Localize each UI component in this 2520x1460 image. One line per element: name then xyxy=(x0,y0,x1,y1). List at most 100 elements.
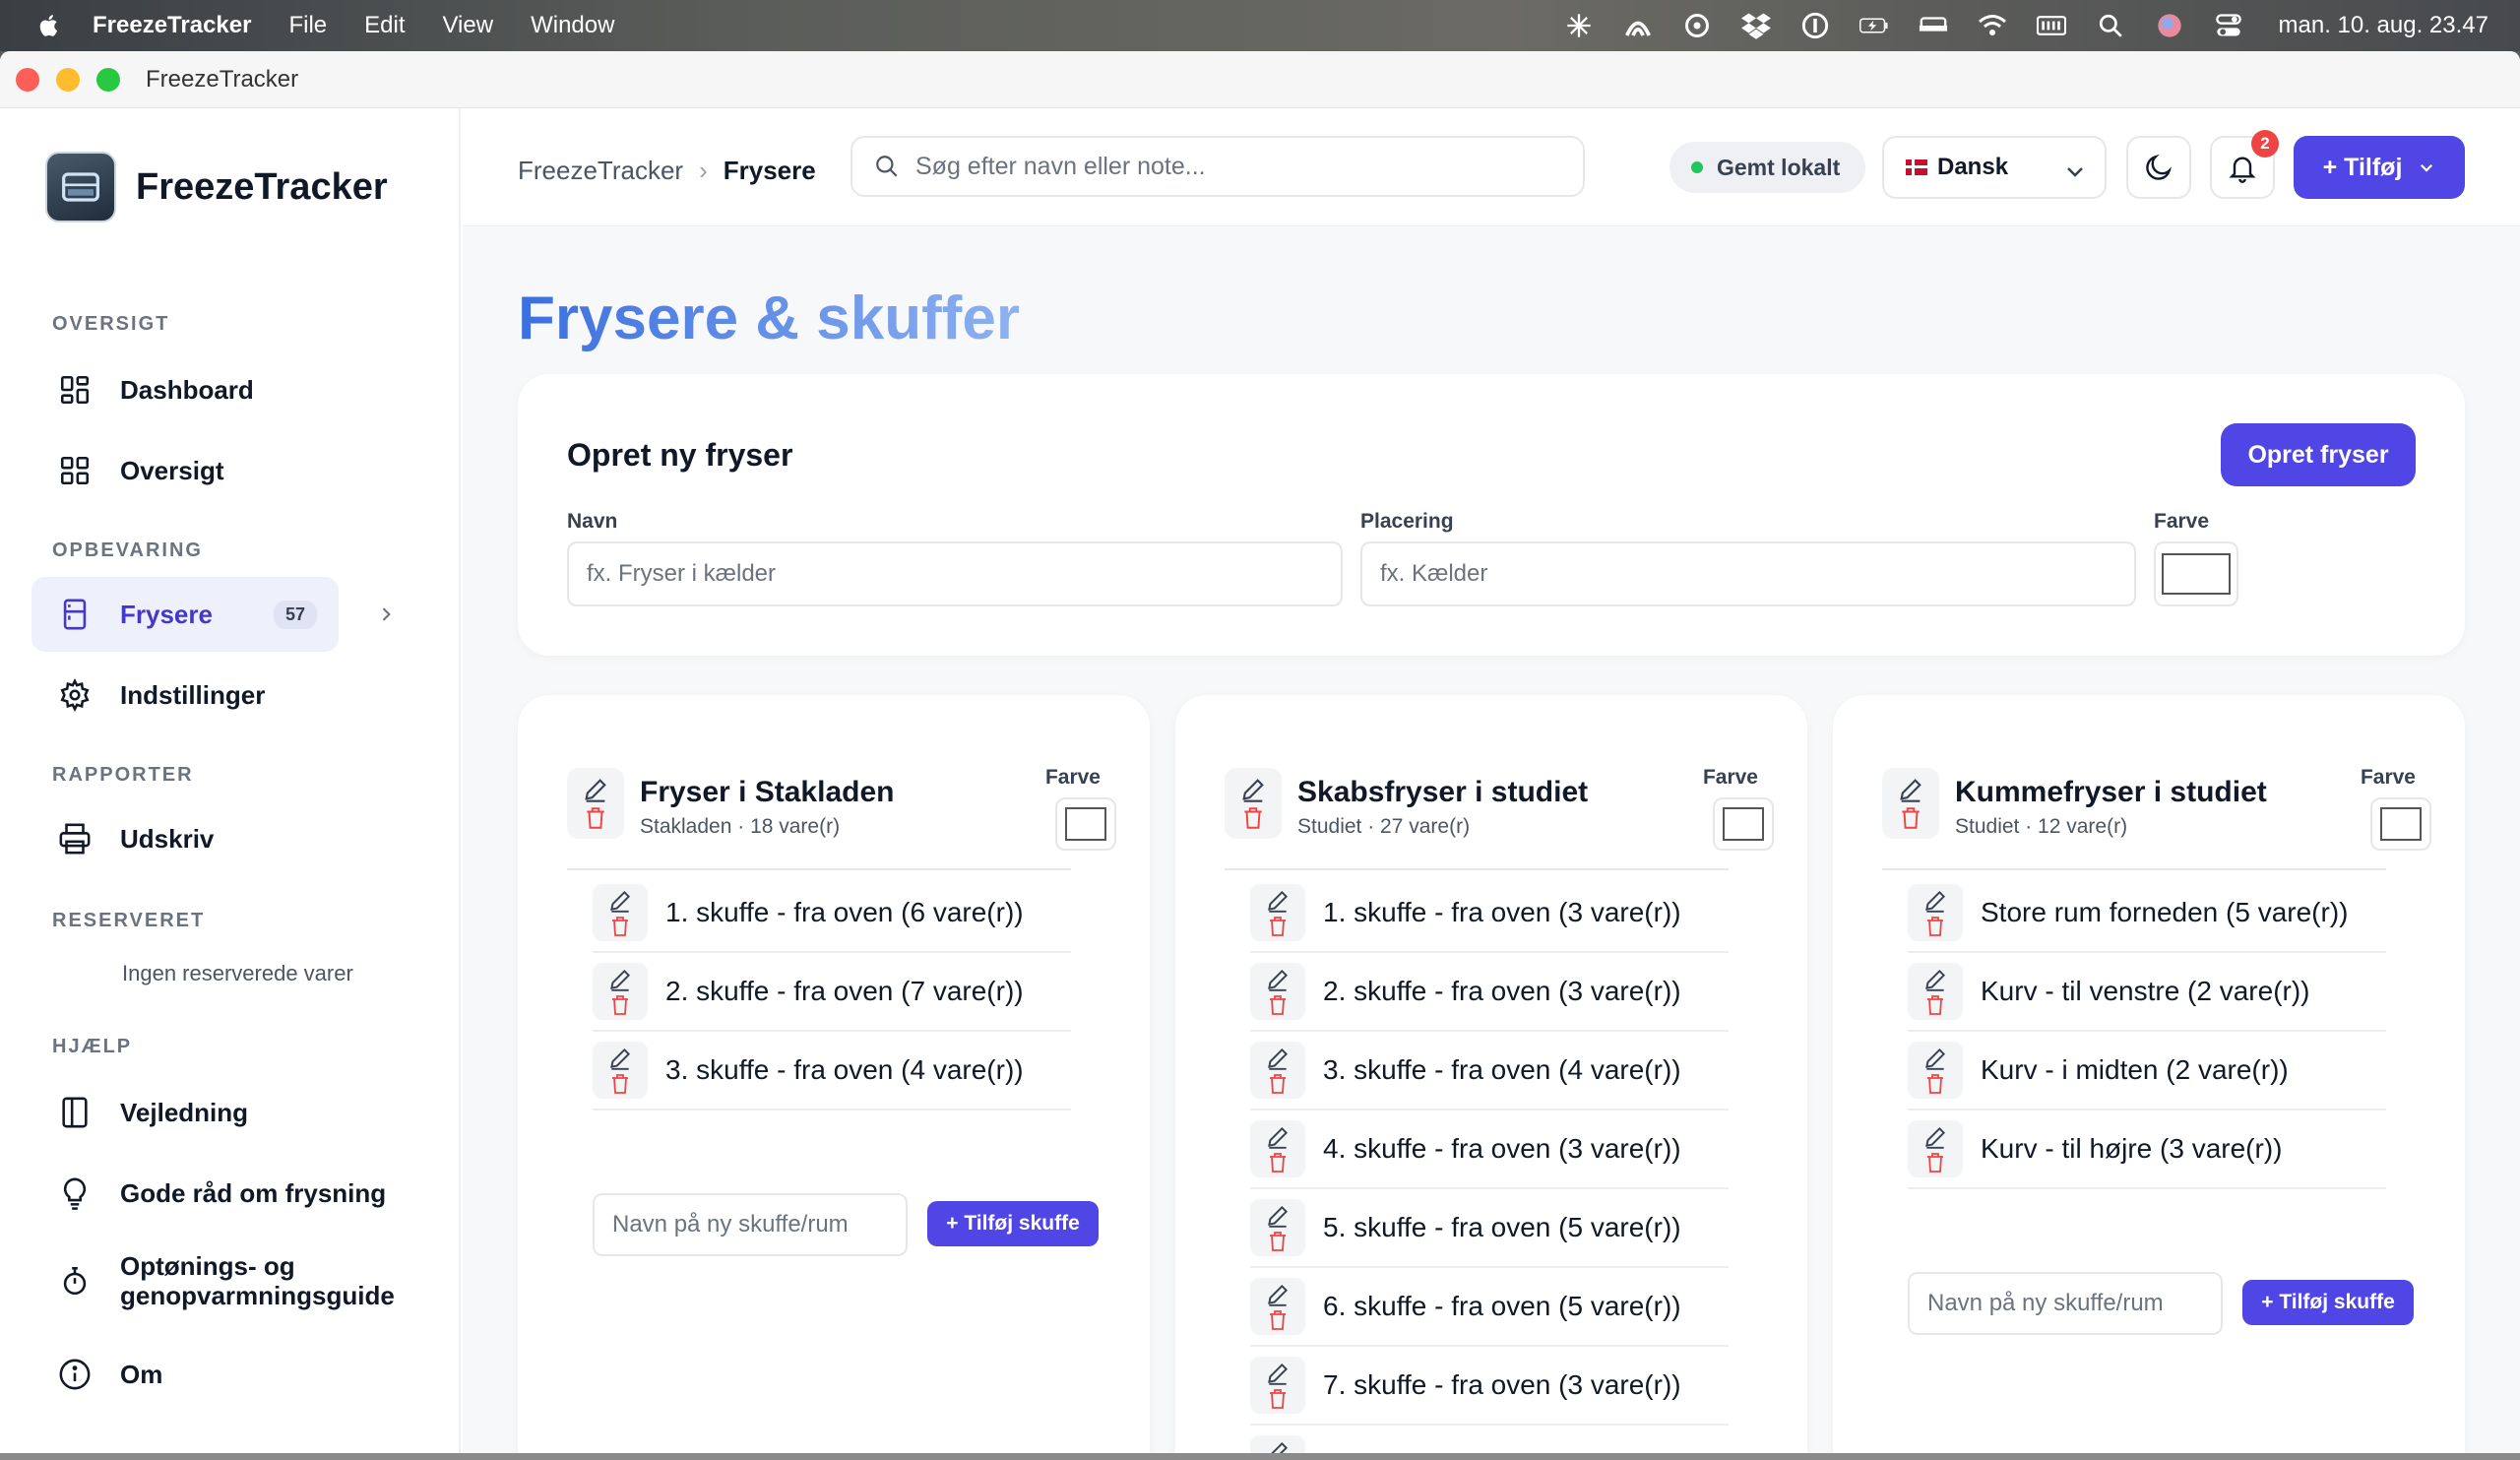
pencil-icon[interactable] xyxy=(1265,1203,1291,1229)
sidebar-item-oversigt[interactable]: Oversigt xyxy=(32,433,224,508)
dropbox-icon[interactable] xyxy=(1740,11,1771,40)
sidebar-item-optoning[interactable]: Optønings- og genopvarmningsguide xyxy=(32,1237,395,1325)
brand[interactable]: FreezeTracker xyxy=(45,152,388,222)
trash-icon[interactable] xyxy=(1266,993,1290,1017)
language-select[interactable]: Dansk xyxy=(1882,136,2107,199)
sidebar-item-gode-raad[interactable]: Gode råd om frysning xyxy=(32,1156,386,1231)
sidebar-item-frysere[interactable]: Frysere 57 xyxy=(32,577,339,652)
menu-window[interactable]: Window xyxy=(531,12,614,39)
spotlight-search-icon[interactable] xyxy=(2096,11,2125,40)
pencil-icon[interactable] xyxy=(1265,1361,1291,1386)
new-drawer-input[interactable] xyxy=(593,1193,908,1256)
trash-icon[interactable] xyxy=(1923,1151,1947,1174)
siri-icon[interactable] xyxy=(2155,11,2184,40)
wifi-icon[interactable] xyxy=(1978,11,2007,40)
trash-icon[interactable] xyxy=(608,915,632,938)
pencil-icon[interactable] xyxy=(1265,1046,1291,1071)
drawer-row[interactable]: Kurv - i midten (2 vare(r)) xyxy=(1908,1032,2386,1111)
chevron-right-icon[interactable] xyxy=(376,604,396,624)
keyboard-icon[interactable] xyxy=(2036,11,2066,40)
menu-file[interactable]: File xyxy=(288,12,327,39)
trash-icon[interactable] xyxy=(1923,1072,1947,1096)
add-drawer-button[interactable]: + Tilføj skuffe xyxy=(2242,1280,2414,1325)
freezer-name-input[interactable] xyxy=(567,541,1343,606)
freezer-color-picker[interactable] xyxy=(2370,797,2431,851)
drawer-row[interactable]: 8. skuffe - fra oven (1 vare) xyxy=(1250,1426,1729,1453)
sidebar-item-om[interactable]: Om xyxy=(32,1337,162,1412)
window-minimize-button[interactable] xyxy=(56,67,80,92)
arc-icon[interactable] xyxy=(1623,11,1653,40)
trash-icon[interactable] xyxy=(608,1072,632,1096)
search-input[interactable] xyxy=(915,152,1545,181)
pencil-icon[interactable] xyxy=(1265,888,1291,914)
pencil-icon[interactable] xyxy=(1265,967,1291,992)
pencil-icon[interactable] xyxy=(607,1046,633,1071)
trash-icon[interactable] xyxy=(1266,915,1290,938)
drawer-row[interactable]: 6. skuffe - fra oven (5 vare(r)) xyxy=(1250,1268,1729,1347)
drawer-row[interactable]: Kurv - til venstre (2 vare(r)) xyxy=(1908,953,2386,1032)
trash-icon[interactable] xyxy=(1923,915,1947,938)
trash-icon[interactable] xyxy=(608,993,632,1017)
breadcrumb-root[interactable]: FreezeTracker xyxy=(518,156,683,186)
freezer-color-picker[interactable] xyxy=(1713,797,1774,851)
pencil-icon[interactable] xyxy=(1922,888,1948,914)
freezer-location-input[interactable] xyxy=(1360,541,2136,606)
new-drawer-input[interactable] xyxy=(1908,1272,2223,1335)
trash-icon[interactable] xyxy=(1240,805,1266,831)
trash-icon[interactable] xyxy=(1266,1072,1290,1096)
aperture-icon[interactable] xyxy=(1682,11,1712,40)
drawer-row[interactable]: 2. skuffe - fra oven (3 vare(r)) xyxy=(1250,953,1729,1032)
pencil-icon[interactable] xyxy=(582,776,609,803)
pencil-icon[interactable] xyxy=(1922,1124,1948,1150)
menu-edit[interactable]: Edit xyxy=(364,12,405,39)
create-freezer-button[interactable]: Opret fryser xyxy=(2221,423,2416,486)
drawer-row[interactable]: 4. skuffe - fra oven (3 vare(r)) xyxy=(1250,1111,1729,1189)
sidebar-item-vejledning[interactable]: Vejledning xyxy=(32,1075,248,1150)
apple-logo-icon[interactable] xyxy=(35,12,63,39)
drawer-row[interactable]: 1. skuffe - fra oven (6 vare(r)) xyxy=(593,874,1071,953)
freezer-color-picker[interactable] xyxy=(2154,541,2238,606)
pencil-icon[interactable] xyxy=(1922,1046,1948,1071)
control-center-icon[interactable] xyxy=(2214,11,2243,40)
sidebar-item-udskriv[interactable]: Udskriv xyxy=(32,801,214,876)
menu-app-name[interactable]: FreezeTracker xyxy=(93,12,251,39)
theme-toggle-button[interactable] xyxy=(2126,136,2191,199)
trash-icon[interactable] xyxy=(1266,1387,1290,1411)
sofa-icon[interactable] xyxy=(1919,11,1948,40)
pencil-icon[interactable] xyxy=(1922,967,1948,992)
onepassword-icon[interactable] xyxy=(1800,11,1830,40)
drawer-row[interactable]: 7. skuffe - fra oven (3 vare(r)) xyxy=(1250,1347,1729,1426)
sidebar-item-indstillinger[interactable]: Indstillinger xyxy=(32,658,265,732)
drawer-row[interactable]: 3. skuffe - fra oven (4 vare(r)) xyxy=(1250,1032,1729,1111)
trash-icon[interactable] xyxy=(1266,1308,1290,1332)
drawer-row[interactable]: 2. skuffe - fra oven (7 vare(r)) xyxy=(593,953,1071,1032)
drawer-row[interactable]: Kurv - til højre (3 vare(r)) xyxy=(1908,1111,2386,1189)
pencil-icon[interactable] xyxy=(1265,1439,1291,1454)
menu-view[interactable]: View xyxy=(442,12,493,39)
menu-clock[interactable]: man. 10. aug. 23.47 xyxy=(2279,12,2489,39)
trash-icon[interactable] xyxy=(1898,805,1923,831)
notifications-button[interactable]: 2 xyxy=(2210,130,2279,199)
battery-icon[interactable] xyxy=(1858,11,1889,40)
drawer-row[interactable]: 5. skuffe - fra oven (5 vare(r)) xyxy=(1250,1189,1729,1268)
pencil-icon[interactable] xyxy=(1265,1282,1291,1307)
window-zoom-button[interactable] xyxy=(96,67,120,92)
freezer-color-picker[interactable] xyxy=(1055,797,1116,851)
pencil-icon[interactable] xyxy=(607,967,633,992)
pencil-icon[interactable] xyxy=(1239,776,1267,803)
trash-icon[interactable] xyxy=(583,805,608,831)
window-close-button[interactable] xyxy=(16,67,39,92)
drawer-row[interactable]: Store rum forneden (5 vare(r)) xyxy=(1908,874,2386,953)
trash-icon[interactable] xyxy=(1266,1151,1290,1174)
add-drawer-button[interactable]: + Tilføj skuffe xyxy=(927,1201,1099,1246)
drawer-row[interactable]: 1. skuffe - fra oven (3 vare(r)) xyxy=(1250,874,1729,953)
add-button[interactable]: + Tilføj xyxy=(2294,136,2465,199)
search-box[interactable] xyxy=(850,136,1585,197)
pencil-icon[interactable] xyxy=(607,888,633,914)
sidebar-item-dashboard[interactable]: Dashboard xyxy=(32,352,254,427)
drawer-row[interactable]: 3. skuffe - fra oven (4 vare(r)) xyxy=(593,1032,1071,1111)
trash-icon[interactable] xyxy=(1923,993,1947,1017)
trash-icon[interactable] xyxy=(1266,1230,1290,1253)
sparkle-icon[interactable] xyxy=(1564,11,1594,40)
pencil-icon[interactable] xyxy=(1897,776,1924,803)
